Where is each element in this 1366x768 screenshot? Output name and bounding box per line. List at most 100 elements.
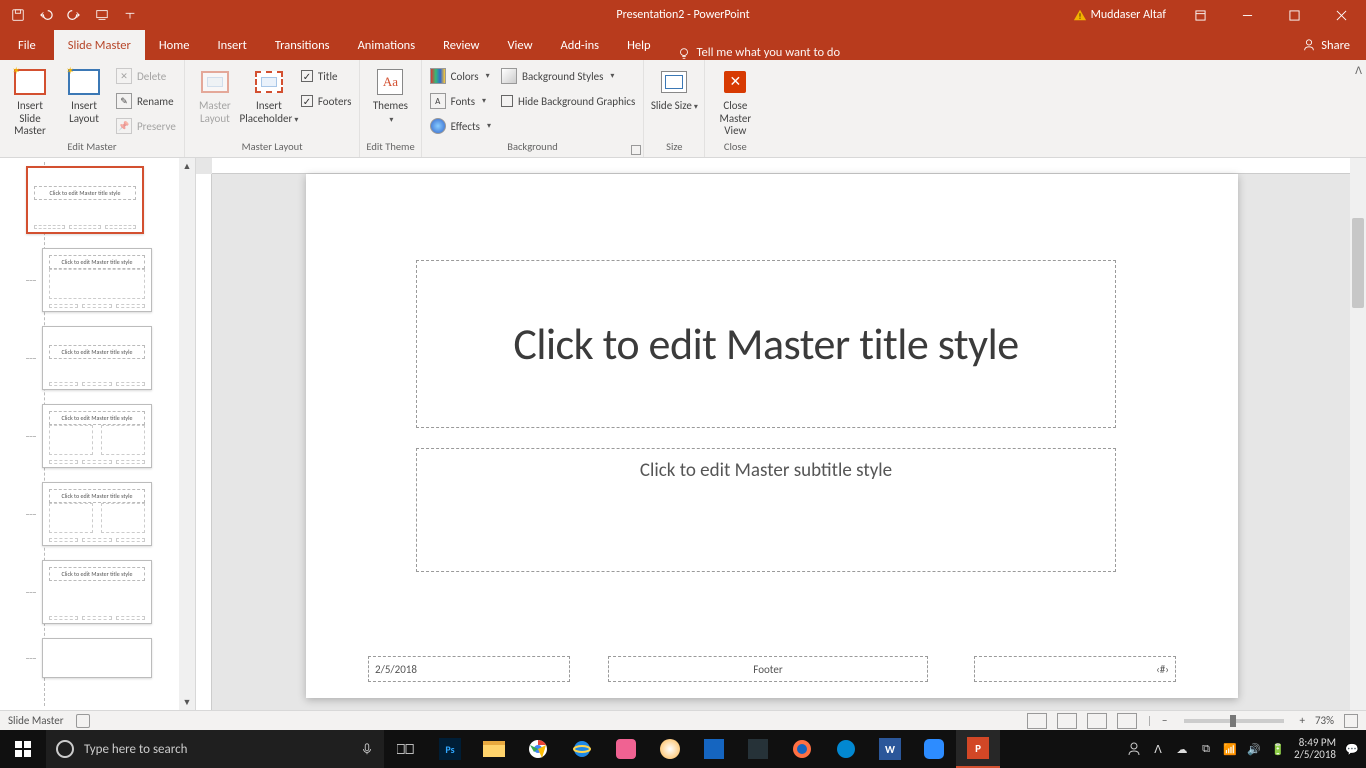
tab-slide-master[interactable]: Slide Master (54, 30, 145, 60)
taskbar-paint[interactable] (648, 730, 692, 768)
undo-button[interactable] (34, 3, 58, 27)
slide-size-button[interactable]: Slide Size▾ (650, 64, 698, 113)
slide-number-placeholder[interactable]: ‹#› (974, 656, 1176, 682)
tray-overflow-button[interactable]: ᐱ (1150, 741, 1166, 757)
master-layout-label: Master Layout (191, 100, 239, 125)
tab-animations[interactable]: Animations (344, 30, 430, 60)
insert-layout-button[interactable]: Insert Layout (60, 64, 108, 125)
reading-view-button[interactable] (1087, 713, 1107, 729)
collapse-ribbon-button[interactable]: ᐱ (1355, 64, 1362, 77)
status-language-icon[interactable] (76, 714, 90, 728)
qat-customize-button[interactable] (118, 3, 142, 27)
footers-checkbox[interactable]: Footers (299, 91, 354, 111)
date-placeholder[interactable]: 2/5/2018 (368, 656, 570, 682)
tab-transitions[interactable]: Transitions (261, 30, 344, 60)
battery-icon[interactable]: 🔋 (1270, 741, 1286, 757)
thumb-layout-3[interactable]: Click to edit Master title style (42, 404, 173, 468)
tab-review[interactable]: Review (429, 30, 493, 60)
rename-button[interactable]: ✎Rename (114, 91, 178, 111)
insert-placeholder-button[interactable]: Insert Placeholder▾ (245, 64, 293, 125)
thumb-layout-2[interactable]: Click to edit Master title style (42, 326, 173, 390)
background-styles-button[interactable]: Background Styles▾ (499, 66, 637, 86)
taskbar-zoom[interactable] (912, 730, 956, 768)
thumb-layout-5[interactable]: Click to edit Master title style (42, 560, 173, 624)
colors-button[interactable]: Colors▾ (428, 66, 493, 86)
subtitle-placeholder[interactable]: Click to edit Master subtitle style (416, 448, 1116, 572)
thumb-layout-4[interactable]: Click to edit Master title style (42, 482, 173, 546)
start-button[interactable] (0, 730, 46, 768)
scrollbar-thumb[interactable] (1352, 218, 1364, 308)
taskbar-photoshop[interactable]: Ps (428, 730, 472, 768)
insert-slide-master-button[interactable]: Insert Slide Master (6, 64, 54, 138)
slide-master-canvas[interactable]: Click to edit Master title style Click t… (306, 174, 1238, 698)
zoom-slider[interactable] (1184, 719, 1284, 723)
background-dialog-launcher[interactable] (631, 145, 641, 155)
fonts-button[interactable]: AFonts▾ (428, 91, 493, 111)
hide-bg-checkbox[interactable]: Hide Background Graphics (499, 91, 637, 111)
redo-button[interactable] (62, 3, 86, 27)
tab-view[interactable]: View (493, 30, 546, 60)
taskbar-app-1[interactable] (604, 730, 648, 768)
share-icon (1302, 38, 1316, 52)
zoom-out-button[interactable]: − (1162, 714, 1167, 727)
taskbar-app-3[interactable] (736, 730, 780, 768)
maximize-button[interactable] (1272, 0, 1317, 30)
taskbar-explorer[interactable] (472, 730, 516, 768)
vertical-scrollbar[interactable] (1350, 158, 1366, 710)
task-view-button[interactable] (384, 730, 428, 768)
microphone-icon[interactable] (360, 742, 374, 756)
ribbon-display-options-button[interactable] (1178, 0, 1223, 30)
normal-view-button[interactable] (1027, 713, 1047, 729)
action-center-icon[interactable]: 💬 (1344, 741, 1360, 757)
thumb-layout-1[interactable]: Click to edit Master title style (42, 248, 173, 312)
tell-me-search[interactable]: Tell me what you want to do (665, 45, 853, 60)
taskbar-firefox[interactable] (780, 730, 824, 768)
people-icon[interactable] (1126, 741, 1142, 757)
thumb-layout-6[interactable] (42, 638, 173, 678)
minimize-button[interactable] (1225, 0, 1270, 30)
taskbar-word[interactable]: W (868, 730, 912, 768)
taskbar-app-2[interactable] (692, 730, 736, 768)
onedrive-icon[interactable]: ☁ (1174, 741, 1190, 757)
vertical-ruler[interactable] (196, 174, 212, 710)
close-master-view-button[interactable]: ✕ Close Master View (711, 64, 759, 138)
scroll-up-icon[interactable]: ▲ (179, 158, 195, 174)
slideshow-view-button[interactable] (1117, 713, 1137, 729)
start-from-beginning-button[interactable] (90, 3, 114, 27)
taskbar-chrome[interactable] (516, 730, 560, 768)
zoom-in-button[interactable]: + (1300, 714, 1305, 727)
fit-to-window-button[interactable] (1344, 714, 1358, 728)
share-button[interactable]: Share (1292, 30, 1360, 60)
scroll-down-icon[interactable]: ▼ (179, 694, 195, 710)
volume-icon[interactable]: 🔊 (1246, 741, 1262, 757)
account-button[interactable]: Muddaser Altaf (1063, 0, 1176, 30)
title-checkbox[interactable]: Title (299, 66, 354, 86)
themes-icon: Aa (377, 69, 403, 95)
themes-button[interactable]: Aa Themes▾ (366, 64, 414, 125)
wifi-icon[interactable]: 📶 (1222, 741, 1238, 757)
zoom-slider-thumb[interactable] (1230, 715, 1236, 727)
tab-addins[interactable]: Add-ins (547, 30, 614, 60)
effects-button[interactable]: Effects▾ (428, 116, 493, 136)
tab-file[interactable]: File (0, 30, 54, 60)
taskbar-edge[interactable] (824, 730, 868, 768)
taskbar-search[interactable]: Type here to search (46, 730, 384, 768)
dropbox-icon[interactable]: ⧉ (1198, 741, 1214, 757)
tab-insert[interactable]: Insert (203, 30, 260, 60)
thumb-slide-master[interactable]: Click to edit Master title style (34, 166, 173, 234)
tab-home[interactable]: Home (145, 30, 204, 60)
group-label-close: Close (711, 140, 759, 157)
tab-help[interactable]: Help (613, 30, 664, 60)
horizontal-ruler[interactable] (212, 158, 1350, 174)
taskbar-powerpoint[interactable]: P (956, 730, 1000, 768)
thumbnail-scrollbar[interactable]: ▲ ▼ (179, 158, 195, 710)
save-button[interactable] (6, 3, 30, 27)
footer-placeholder[interactable]: Footer (608, 656, 928, 682)
taskbar-clock[interactable]: 8:49 PM 2/5/2018 (1294, 737, 1336, 761)
close-window-button[interactable] (1319, 0, 1364, 30)
thumbnail-list[interactable]: Click to edit Master title style Click t… (0, 158, 179, 710)
taskbar-ie[interactable] (560, 730, 604, 768)
slide-sorter-view-button[interactable] (1057, 713, 1077, 729)
title-placeholder[interactable]: Click to edit Master title style (416, 260, 1116, 428)
zoom-level[interactable]: 73% (1315, 714, 1334, 727)
